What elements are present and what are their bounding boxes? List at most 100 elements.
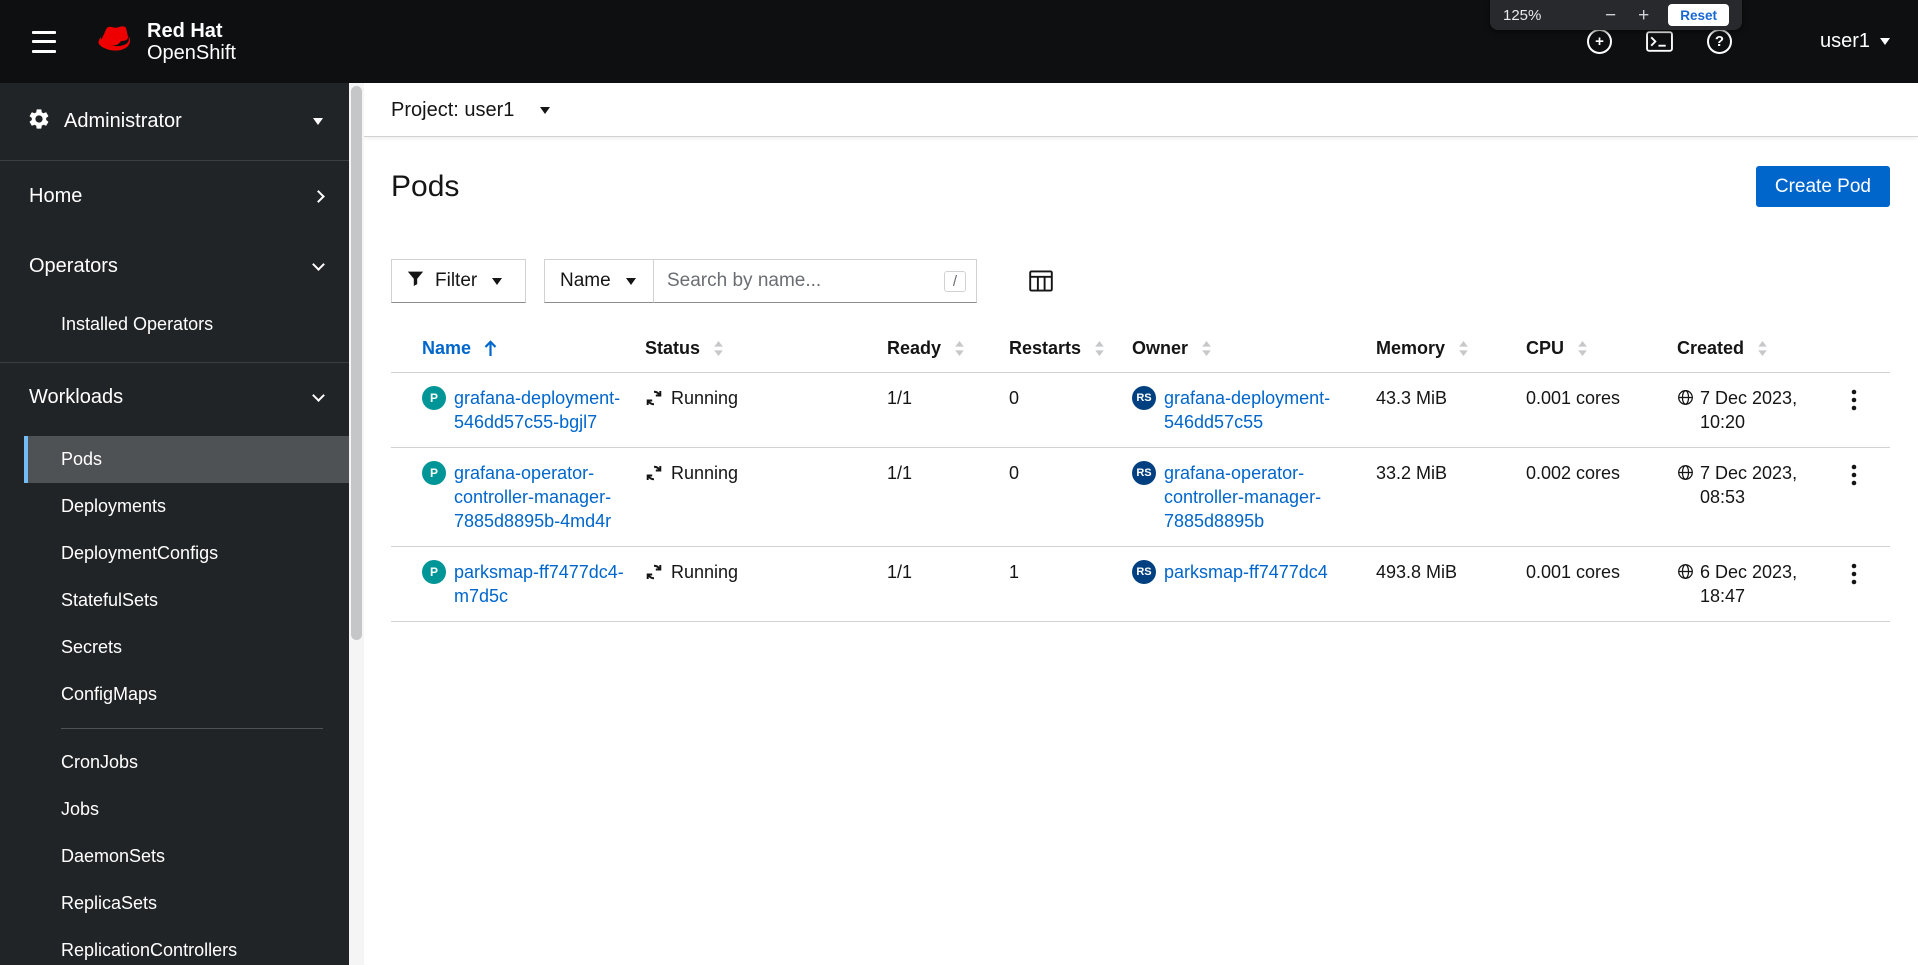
sidebar-item-daemonsets[interactable]: DaemonSets — [0, 833, 349, 880]
kebab-menu-button[interactable] — [1843, 461, 1865, 489]
search-shortcut-hint: / — [943, 270, 966, 292]
pod-name-link[interactable]: grafana-deployment-546dd57c55-bgjl7 — [454, 386, 637, 434]
sidebar-item-secrets[interactable]: Secrets — [0, 624, 349, 671]
pod-name-link[interactable]: grafana-operator-controller-manager-7885… — [454, 461, 637, 533]
search-attribute-dropdown[interactable]: Name — [544, 259, 654, 303]
nav-list: Home Operators Installed Operators Workl… — [0, 161, 349, 965]
column-label: Created — [1677, 338, 1745, 358]
sidebar-scrollbar[interactable] — [349, 83, 364, 965]
column-label: Name — [422, 338, 472, 358]
kebab-menu-button[interactable] — [1843, 560, 1865, 588]
column-header-memory[interactable]: Memory — [1376, 325, 1526, 373]
owner-link[interactable]: grafana-deployment-546dd57c55 — [1164, 386, 1368, 434]
manage-columns-button[interactable] — [1029, 270, 1053, 292]
sort-both-icon — [1459, 341, 1468, 356]
operators-sublist: Installed Operators — [0, 301, 349, 362]
sort-both-icon — [714, 341, 723, 356]
nav-label: Workloads — [29, 386, 124, 408]
sidebar-item-replicationcontrollers[interactable]: ReplicationControllers — [0, 927, 349, 965]
project-bar: Project: user1 — [364, 83, 1918, 137]
sync-running-icon — [645, 464, 663, 482]
sidebar-item-deployments[interactable]: Deployments — [0, 483, 349, 530]
sidebar-item-workloads[interactable]: Workloads — [0, 362, 349, 432]
column-label: CPU — [1526, 338, 1565, 358]
workloads-sublist: Pods Deployments DeploymentConfigs Stateful… — [0, 432, 349, 965]
chevron-down-icon — [540, 106, 551, 114]
zoom-out-button[interactable]: − — [1603, 6, 1618, 25]
scrollbar-thumb[interactable] — [351, 86, 362, 640]
sidebar-item-deploymentconfigs[interactable]: DeploymentConfigs — [0, 530, 349, 577]
project-label: Project: — [391, 98, 459, 121]
kebab-menu-button[interactable] — [1843, 386, 1865, 414]
owner-link[interactable]: grafana-operator-controller-manager-7885… — [1164, 461, 1368, 533]
pod-memory: 43.3 MiB — [1376, 372, 1526, 448]
column-label: Restarts — [1009, 338, 1082, 358]
zoom-reset-button[interactable]: Reset — [1668, 4, 1729, 26]
terminal-icon[interactable] — [1646, 31, 1673, 52]
attribute-label: Name — [560, 270, 611, 291]
nav-divider — [61, 728, 323, 729]
column-label: Owner — [1132, 338, 1189, 358]
column-header-name[interactable]: Name — [391, 325, 645, 373]
create-pod-button[interactable]: Create Pod — [1755, 166, 1890, 207]
pod-restarts: 0 — [1009, 447, 1132, 547]
replicaset-badge: RS — [1132, 461, 1156, 485]
user-menu-button[interactable]: user1 — [1820, 30, 1890, 53]
column-header-status[interactable]: Status — [645, 325, 887, 373]
nav-label: Operators — [29, 254, 118, 277]
plus-circle-icon[interactable]: + — [1586, 29, 1612, 54]
chevron-right-icon — [312, 189, 325, 203]
sidebar-item-home[interactable]: Home — [0, 161, 349, 231]
sidebar-item-replicasets[interactable]: ReplicaSets — [0, 880, 349, 927]
column-header-actions — [1843, 325, 1890, 373]
pod-badge: P — [422, 461, 446, 485]
chevron-down-icon — [312, 389, 325, 402]
pods-table-body: P grafana-deployment-546dd57c55-bgjl7 Ru… — [391, 372, 1890, 622]
zoom-in-button[interactable]: + — [1636, 6, 1651, 25]
column-header-restarts[interactable]: Restarts — [1009, 325, 1132, 373]
replicaset-badge: RS — [1132, 560, 1156, 584]
question-circle-icon[interactable]: ? — [1706, 29, 1732, 54]
search-input[interactable] — [667, 270, 944, 292]
sidebar-item-configmaps[interactable]: ConfigMaps — [0, 671, 349, 718]
nav-label: Home — [29, 184, 83, 207]
column-header-owner[interactable]: Owner — [1132, 325, 1376, 373]
sort-both-icon — [1758, 341, 1767, 356]
pod-status: Running — [671, 388, 739, 408]
column-label: Memory — [1376, 338, 1446, 358]
column-label: Ready — [887, 338, 942, 358]
pods-table: Name Status Ready Restarts Owner Memory … — [391, 325, 1890, 622]
sidebar-item-pods[interactable]: Pods — [24, 436, 349, 483]
pod-name-link[interactable]: parksmap-ff7477dc4-m7d5c — [454, 560, 637, 608]
sidebar-item-installed-operators[interactable]: Installed Operators — [0, 301, 349, 348]
hamburger-menu-button[interactable] — [29, 29, 59, 55]
column-header-cpu[interactable]: CPU — [1526, 325, 1677, 373]
pod-memory: 493.8 MiB — [1376, 546, 1526, 622]
table-row: P grafana-operator-controller-manager-78… — [391, 447, 1890, 547]
sidebar-item-jobs[interactable]: Jobs — [0, 786, 349, 833]
pod-ready: 1/1 — [887, 447, 1009, 547]
sidebar-item-cronjobs[interactable]: CronJobs — [0, 739, 349, 786]
owner-link[interactable]: parksmap-ff7477dc4 — [1164, 560, 1328, 584]
globe-timestamp-icon — [1677, 563, 1694, 580]
redhat-openshift-logo[interactable]: Red Hat OpenShift — [92, 20, 236, 64]
pod-status: Running — [671, 463, 739, 483]
sidebar-item-operators[interactable]: Operators — [0, 231, 349, 301]
column-header-ready[interactable]: Ready — [887, 325, 1009, 373]
pod-cpu: 0.001 cores — [1526, 372, 1677, 448]
main-content: Project: user1 Pods Create Pod Filter Na… — [364, 83, 1918, 965]
filter-dropdown[interactable]: Filter — [391, 259, 526, 303]
sync-running-icon — [645, 389, 663, 407]
project-selector[interactable]: Project: user1 — [391, 98, 551, 122]
pod-ready: 1/1 — [887, 546, 1009, 622]
project-value: user1 — [464, 98, 515, 121]
column-header-created[interactable]: Created — [1677, 325, 1843, 373]
chevron-down-icon — [1880, 38, 1890, 45]
perspective-switcher[interactable]: Administrator — [0, 83, 349, 161]
brand-line1: Red Hat — [147, 19, 223, 42]
sidebar-item-statefulsets[interactable]: StatefulSets — [0, 577, 349, 624]
toolbar: Filter Name / — [391, 259, 1890, 303]
sidebar-nav: Administrator Home Operators Installed O… — [0, 83, 349, 965]
page-title: Pods — [391, 169, 460, 203]
sort-both-icon — [1202, 341, 1211, 356]
